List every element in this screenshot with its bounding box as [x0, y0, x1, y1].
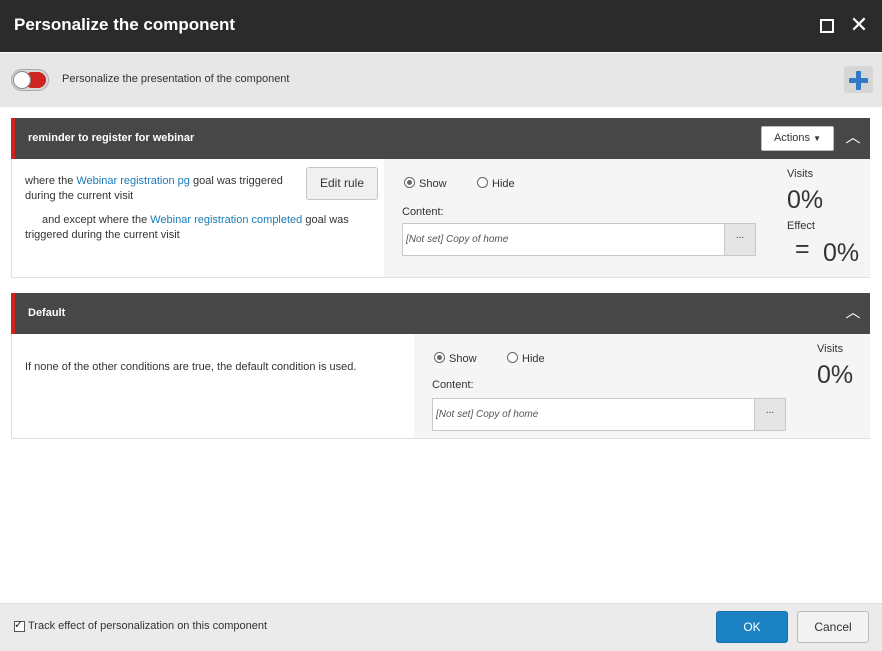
actions-dropdown-button[interactable]: Actions ▼: [761, 126, 834, 151]
ok-button[interactable]: OK: [716, 611, 788, 643]
visits-value: 0%: [817, 361, 854, 389]
rule-condition-except: and except where the Webinar registratio…: [25, 213, 375, 243]
caret-down-icon: ▼: [813, 134, 822, 143]
browse-content-button[interactable]: ...: [754, 399, 785, 430]
radio-checked-icon[interactable]: [404, 177, 415, 188]
cancel-button[interactable]: Cancel: [797, 611, 869, 643]
show-label: Show: [449, 353, 477, 365]
hide-label: Hide: [522, 353, 545, 365]
hide-radio-option[interactable]: Hide: [477, 177, 515, 190]
toggle-knob: [13, 71, 31, 89]
actions-label: Actions: [773, 132, 811, 144]
content-value: [Not set] Copy of home: [406, 234, 509, 245]
content-field[interactable]: [Not set] Copy of home ...: [432, 398, 786, 431]
plus-icon-vertical: [856, 71, 861, 90]
maximize-icon[interactable]: [820, 19, 834, 33]
condition-text: triggered during the current visit: [25, 229, 180, 241]
condition-text: goal was: [302, 214, 349, 226]
radio-icon[interactable]: [507, 352, 518, 363]
rule-header-webinar: reminder to register for webinar Actions…: [11, 118, 870, 159]
show-label: Show: [419, 178, 447, 190]
rule-body-default: If none of the other conditions are true…: [11, 334, 870, 439]
rule-name: reminder to register for webinar: [28, 132, 195, 144]
condition-text: during the current visit: [25, 190, 134, 202]
radio-checked-icon[interactable]: [434, 352, 445, 363]
collapse-chevron-icon[interactable]: ︿: [845, 301, 861, 321]
content-label: Content:: [402, 206, 444, 218]
close-icon[interactable]: ✕: [849, 13, 869, 37]
rule-condition: where the Webinar registration pg goal w…: [25, 174, 315, 204]
hide-radio-option[interactable]: Hide: [507, 352, 545, 365]
personalize-toggle[interactable]: [11, 69, 49, 91]
collapse-chevron-icon[interactable]: ︿: [845, 126, 861, 146]
rule-header-default: Default ︿: [11, 293, 870, 334]
personalize-toggle-bar: Personalize the presentation of the comp…: [0, 53, 882, 107]
effect-label: Effect: [787, 220, 815, 232]
show-radio-option[interactable]: Show: [434, 352, 477, 365]
dialog-title: Personalize the component: [14, 15, 236, 34]
effect-value: 0%: [823, 239, 860, 267]
goal-link-registration-pg[interactable]: Webinar registration pg: [76, 175, 190, 187]
goal-link-registration-completed[interactable]: Webinar registration completed: [150, 214, 302, 226]
condition-text: goal was triggered: [189, 175, 283, 187]
track-effect-label: Track effect of personalization on this …: [28, 620, 268, 632]
rule-action-panel: Show Hide Content: [Not set] Copy of hom…: [384, 159, 870, 277]
content-label: Content:: [432, 379, 474, 391]
personalize-toggle-label: Personalize the presentation of the comp…: [62, 73, 290, 85]
edit-rule-button[interactable]: Edit rule: [306, 167, 378, 200]
condition-text: where the: [25, 175, 77, 187]
browse-content-button[interactable]: ...: [724, 224, 755, 255]
show-radio-option[interactable]: Show: [404, 177, 447, 190]
visits-label: Visits: [787, 168, 814, 180]
add-condition-button[interactable]: [844, 66, 873, 93]
effect-equal-sign: =: [795, 235, 810, 263]
content-field[interactable]: [Not set] Copy of home ...: [402, 223, 756, 256]
default-action-panel: Show Hide Content: [Not set] Copy of hom…: [414, 334, 870, 438]
hide-label: Hide: [492, 178, 515, 190]
rule-body-webinar: where the Webinar registration pg goal w…: [11, 159, 870, 278]
visits-value: 0%: [787, 186, 824, 214]
radio-icon[interactable]: [477, 177, 488, 188]
default-condition-text: If none of the other conditions are true…: [25, 361, 357, 373]
track-effect-checkbox[interactable]: [14, 618, 25, 632]
rule-name: Default: [28, 307, 66, 319]
dialog-footer: Track effect of personalization on this …: [0, 603, 882, 651]
dialog-titlebar: Personalize the component ✕: [0, 0, 882, 52]
condition-text: and except where the: [42, 214, 151, 226]
visits-label: Visits: [817, 343, 844, 355]
content-value: [Not set] Copy of home: [436, 409, 539, 420]
